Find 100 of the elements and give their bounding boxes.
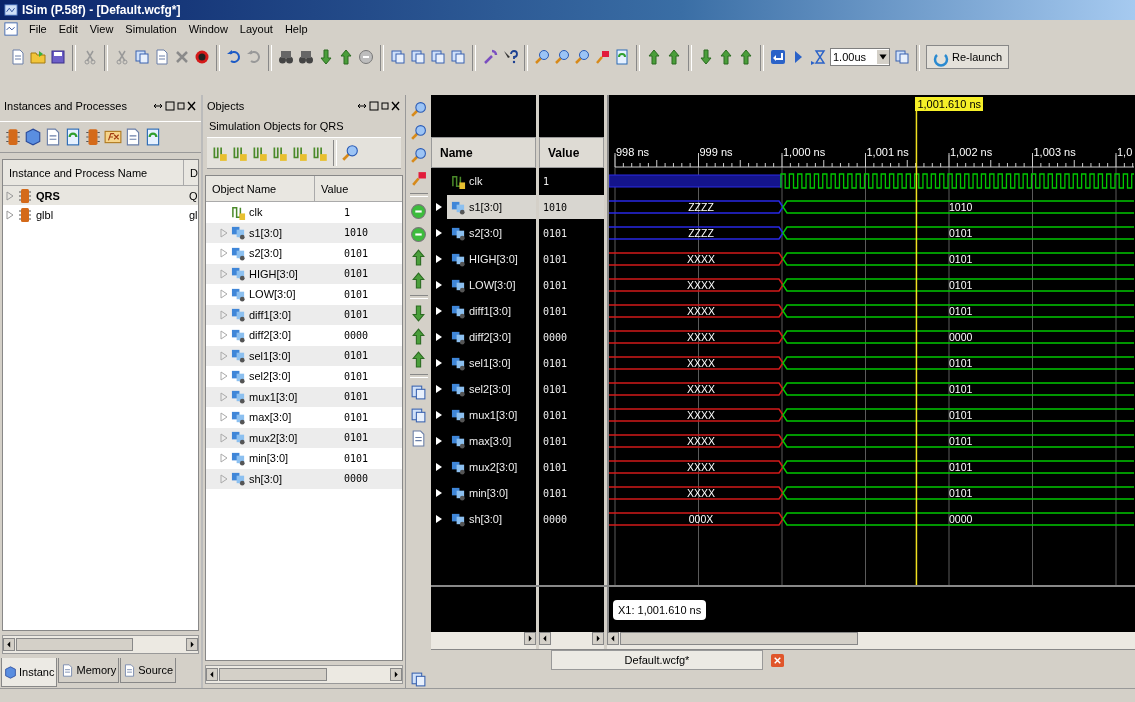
- chip-icon[interactable]: [4, 128, 22, 146]
- horizontal-scrollbar[interactable]: [2, 635, 199, 654]
- expand-arrow-icon[interactable]: [435, 280, 443, 290]
- arrow-up-icon[interactable]: [738, 49, 754, 65]
- expand-arrow-icon[interactable]: [435, 384, 443, 394]
- binoculars-icon[interactable]: [278, 49, 294, 65]
- panel-tab[interactable]: Instanc: [1, 658, 58, 687]
- scroll-thumb[interactable]: [219, 668, 327, 681]
- zoom-out-icon[interactable]: [554, 49, 570, 65]
- object-name[interactable]: clk: [249, 206, 341, 219]
- panel-tab[interactable]: Source: [120, 658, 177, 683]
- expand-arrow-icon[interactable]: [435, 514, 443, 524]
- scroll-right-icon[interactable]: [390, 668, 402, 681]
- marker-icon[interactable]: [594, 49, 610, 65]
- zoom-fit-icon[interactable]: [410, 147, 427, 164]
- expand-arrow-icon[interactable]: [435, 332, 443, 342]
- signal-icon[interactable]: [311, 144, 329, 162]
- signal-name[interactable]: max[3:0]: [447, 429, 536, 453]
- object-name[interactable]: mux1[3:0]: [249, 390, 341, 403]
- round-button-icon[interactable]: [410, 203, 427, 220]
- zoom-fit-icon[interactable]: [341, 144, 359, 162]
- signal-name[interactable]: clk: [447, 169, 536, 193]
- expand-arrow-icon[interactable]: [435, 202, 443, 212]
- menu-item[interactable]: Layout: [238, 22, 274, 35]
- signal-name[interactable]: diff1[3:0]: [447, 299, 536, 323]
- arrow-up-icon[interactable]: [410, 272, 427, 289]
- menu-item[interactable]: File: [28, 22, 48, 35]
- arrow-up-icon[interactable]: [666, 49, 682, 65]
- cube-icon[interactable]: [4, 665, 17, 679]
- arrow-up-icon[interactable]: [410, 351, 427, 368]
- object-name[interactable]: min[3:0]: [249, 452, 341, 465]
- signal-name[interactable]: diff2[3:0]: [447, 325, 536, 349]
- window-icon[interactable]: [410, 671, 427, 688]
- object-name[interactable]: diff2[3:0]: [249, 329, 341, 342]
- list-icon[interactable]: [61, 663, 75, 677]
- arrow-up-icon[interactable]: [338, 49, 354, 65]
- chip-icon[interactable]: [84, 128, 102, 146]
- marker-icon[interactable]: [410, 170, 427, 187]
- expand-arrow-icon[interactable]: [435, 410, 443, 420]
- object-name[interactable]: mux2[3:0]: [249, 431, 341, 444]
- round-button-icon[interactable]: [410, 226, 427, 243]
- arrow-down-icon[interactable]: [410, 305, 427, 322]
- window-icon[interactable]: [410, 407, 427, 424]
- function-icon[interactable]: [104, 128, 122, 146]
- arrow-up-icon[interactable]: [646, 49, 662, 65]
- zoom-out-icon[interactable]: [410, 124, 427, 141]
- arrow-up-icon[interactable]: [718, 49, 734, 65]
- object-name[interactable]: s1[3:0]: [249, 226, 341, 239]
- panel-controls-icon[interactable]: [153, 101, 197, 111]
- chip-icon[interactable]: [17, 206, 33, 223]
- menu-item[interactable]: Simulation: [124, 22, 178, 35]
- expand-arrow-icon[interactable]: [435, 436, 443, 446]
- signal-name[interactable]: mux2[3:0]: [447, 455, 536, 479]
- signal-name[interactable]: LOW[3:0]: [447, 273, 536, 297]
- scroll-left-icon[interactable]: [3, 638, 15, 651]
- arrow-up-icon[interactable]: [410, 328, 427, 345]
- refresh-icon[interactable]: [144, 128, 162, 146]
- horizontal-scrollbar[interactable]: [205, 665, 403, 684]
- menu-item[interactable]: Help: [283, 22, 309, 35]
- window-icon[interactable]: [894, 49, 910, 65]
- horizontal-scrollbar[interactable]: [607, 632, 1135, 649]
- document-tab[interactable]: Default.wcfg*: [551, 650, 763, 670]
- column-header[interactable]: Object Name: [206, 176, 314, 201]
- undo-icon[interactable]: [226, 49, 242, 65]
- window-icon[interactable]: [430, 49, 446, 65]
- object-name[interactable]: s2[3:0]: [249, 247, 341, 260]
- cube-icon[interactable]: [24, 128, 42, 146]
- stop-icon[interactable]: [194, 49, 210, 65]
- zoom-in-icon[interactable]: [534, 49, 550, 65]
- close-icon[interactable]: [771, 653, 784, 667]
- copy-icon[interactable]: [134, 49, 150, 65]
- help-icon[interactable]: [502, 49, 518, 65]
- object-name[interactable]: HIGH[3:0]: [249, 267, 341, 280]
- signal-icon[interactable]: [271, 144, 289, 162]
- expand-arrow-icon[interactable]: [435, 228, 443, 238]
- expand-arrow-icon[interactable]: [435, 462, 443, 472]
- zoom-in-icon[interactable]: [410, 101, 427, 118]
- column-header[interactable]: Instance and Process Name: [3, 160, 183, 185]
- signal-name[interactable]: sel1[3:0]: [447, 351, 536, 375]
- refresh-icon[interactable]: [614, 49, 630, 65]
- signal-name[interactable]: sh[3:0]: [447, 507, 536, 531]
- expand-arrow-icon[interactable]: [435, 306, 443, 316]
- arrow-up-icon[interactable]: [410, 249, 427, 266]
- horizontal-scrollbar[interactable]: [431, 632, 536, 649]
- window-icon[interactable]: [410, 384, 427, 401]
- signal-name[interactable]: s1[3:0]: [447, 195, 536, 219]
- signal-name[interactable]: s2[3:0]: [447, 221, 536, 245]
- scroll-thumb[interactable]: [620, 632, 858, 645]
- refresh-icon[interactable]: [64, 128, 82, 146]
- object-name[interactable]: sh[3:0]: [249, 472, 341, 485]
- window-icon[interactable]: [450, 49, 466, 65]
- scroll-thumb[interactable]: [16, 638, 133, 651]
- instance-row[interactable]: QRS Q: [3, 186, 198, 205]
- object-name[interactable]: diff1[3:0]: [249, 308, 341, 321]
- binoculars-icon[interactable]: [298, 49, 314, 65]
- arrow-down-icon[interactable]: [318, 49, 334, 65]
- scroll-right-icon[interactable]: [592, 632, 604, 645]
- wrench-icon[interactable]: [482, 49, 498, 65]
- horizontal-scrollbar[interactable]: [539, 632, 604, 649]
- object-name[interactable]: max[3:0]: [249, 411, 341, 424]
